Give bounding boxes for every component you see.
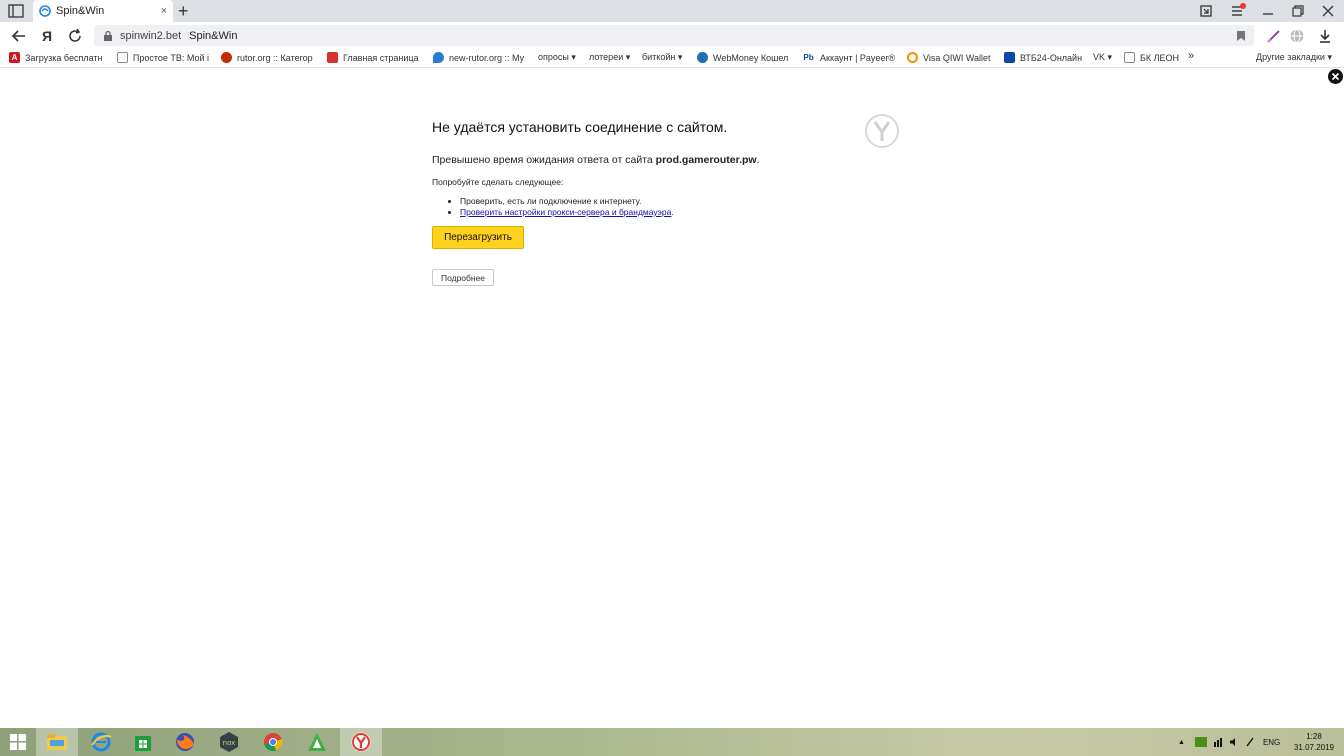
globe-extension-icon[interactable] (1288, 27, 1306, 45)
tab-close-icon[interactable]: × (161, 5, 167, 17)
taskbar-store[interactable] (122, 728, 164, 756)
adobe-icon: A (9, 52, 20, 63)
taskbar-nox[interactable]: nox (208, 728, 250, 756)
taskbar-ie[interactable] (80, 728, 122, 756)
menu-icon[interactable] (1229, 2, 1247, 20)
bookmark-item[interactable]: rutor.org :: Категор (221, 52, 317, 63)
yandex-browser-logo-icon (865, 114, 899, 148)
webmoney-icon (697, 52, 708, 63)
details-button[interactable]: Подробнее (432, 269, 494, 286)
bookmark-item[interactable]: ВТБ24-Онлайн (1004, 52, 1082, 63)
bookmark-item[interactable]: БК ЛЕОН (1124, 52, 1179, 63)
tray-expand-icon[interactable]: ▲ (1178, 739, 1185, 746)
clock-date: 31.07.2019 (1293, 743, 1335, 752)
error-tips-list: Проверить, есть ли подключение к интерне… (460, 196, 674, 218)
bookmark-folder-lotteries[interactable]: лотереи ▾ (589, 52, 630, 63)
bookmark-item[interactable]: Главная страница (327, 52, 423, 63)
restore-icon[interactable] (1289, 2, 1307, 20)
reload-button[interactable]: Перезагрузить (432, 226, 524, 249)
tip-check-connection: Проверить, есть ли подключение к интерне… (460, 196, 674, 206)
spinwin-favicon-icon (39, 5, 51, 17)
folder-icon (47, 734, 67, 750)
bookmark-folder-polls[interactable]: опросы ▾ (538, 52, 576, 63)
lock-icon[interactable] (102, 30, 114, 42)
svg-text:nox: nox (223, 739, 236, 747)
bookmark-item[interactable]: A Загрузка бесплатн (9, 52, 105, 63)
close-circle-icon[interactable] (1327, 68, 1344, 85)
nox-icon: nox (220, 732, 238, 752)
page-content (0, 68, 1327, 728)
taskbar-firefox[interactable] (164, 728, 206, 756)
language-indicator[interactable]: ENG (1263, 738, 1280, 747)
bookmark-item[interactable]: Pb Аккаунт | Payeer® (802, 52, 895, 63)
firefox-icon (176, 733, 194, 751)
network-icon[interactable] (1213, 737, 1223, 747)
page-icon (1124, 52, 1135, 63)
pen-tray-icon[interactable] (1245, 737, 1255, 747)
rutor-icon (221, 52, 232, 63)
tab-active[interactable]: Spin&Win × (33, 0, 173, 22)
system-tray: ▲ ENG (1178, 728, 1280, 756)
red-page-icon (327, 52, 338, 63)
back-icon[interactable] (10, 27, 28, 45)
payeer-icon: Pb (802, 52, 815, 63)
reload-icon[interactable] (66, 27, 84, 45)
bookmark-icon[interactable] (1236, 30, 1246, 42)
minimize-icon[interactable] (1259, 2, 1277, 20)
address-page-title: Spin&Win (189, 29, 238, 42)
taskbar-explorer[interactable] (36, 728, 78, 756)
taskbar-yandex-browser[interactable] (340, 728, 382, 756)
volume-icon[interactable] (1229, 737, 1239, 747)
bookmark-item[interactable]: Visa QIWI Wallet (907, 52, 991, 63)
chrome-icon (264, 733, 283, 752)
error-try-label: Попробуйте сделать следующее: (432, 177, 564, 187)
windows-icon (10, 734, 26, 750)
error-host: prod.gamerouter.pw (655, 154, 757, 166)
bookmark-item[interactable]: new-rutor.org :: Му (433, 52, 527, 63)
new-tab-button[interactable]: + (178, 1, 189, 21)
tab-strip: Spin&Win × + (0, 0, 1344, 22)
pen-extension-icon[interactable] (1265, 27, 1283, 45)
download-icon[interactable] (1316, 27, 1334, 45)
close-window-icon[interactable] (1319, 2, 1337, 20)
bookmark-folder-bitcoin[interactable]: биткойн ▾ (642, 52, 682, 63)
vtb-icon (1004, 52, 1015, 63)
bookmark-item[interactable]: WebMoney Кошел (697, 52, 792, 63)
yandex-browser-icon (351, 732, 371, 752)
clock-time: 1:28 (1306, 732, 1322, 741)
other-bookmarks-button[interactable]: Другие закладки ▾ (1256, 52, 1332, 63)
address-bar[interactable]: spinwin2.bet Spin&Win (94, 25, 1254, 46)
bookmarks-bar: A Загрузка бесплатн Простое ТВ: Мой і rut… (0, 49, 1344, 68)
green-a-app-icon (308, 733, 326, 751)
nvidia-icon[interactable] (1194, 737, 1207, 747)
yandex-home-button[interactable]: Я (38, 27, 56, 45)
reader-icon[interactable] (1197, 2, 1215, 20)
error-title: Не удаётся установить соединение с сайто… (432, 119, 728, 135)
address-domain: spinwin2.bet (120, 29, 182, 42)
start-button[interactable] (0, 728, 36, 756)
more-bookmarks-button[interactable]: » (1188, 50, 1194, 62)
taskbar-chrome[interactable] (252, 728, 294, 756)
error-description: Превышено время ожидания ответа от сайта… (432, 154, 760, 166)
tip-check-proxy: Проверить настройки прокси-сервера и бра… (460, 207, 674, 217)
store-icon (135, 736, 151, 751)
qiwi-icon (907, 52, 918, 63)
pin-icon (433, 52, 444, 63)
internet-explorer-icon (91, 732, 112, 752)
navigation-bar: Я spinwin2.bet Spin&Win (0, 22, 1344, 49)
sidebar-toggle-icon[interactable] (8, 4, 24, 18)
proxy-settings-link[interactable]: Проверить настройки прокси-сервера и бра… (460, 207, 671, 217)
tab-title: Spin&Win (56, 5, 105, 17)
bookmark-item[interactable]: Простое ТВ: Мой і (117, 52, 209, 63)
bookmark-folder-vk[interactable]: VK ▾ (1093, 52, 1112, 63)
taskbar: nox ▲ ENG 1:28 31.07.2019 (0, 728, 1344, 756)
page-icon (117, 52, 128, 63)
clock[interactable]: 1:28 31.07.2019 (1290, 731, 1338, 753)
taskbar-app-a[interactable] (296, 728, 338, 756)
